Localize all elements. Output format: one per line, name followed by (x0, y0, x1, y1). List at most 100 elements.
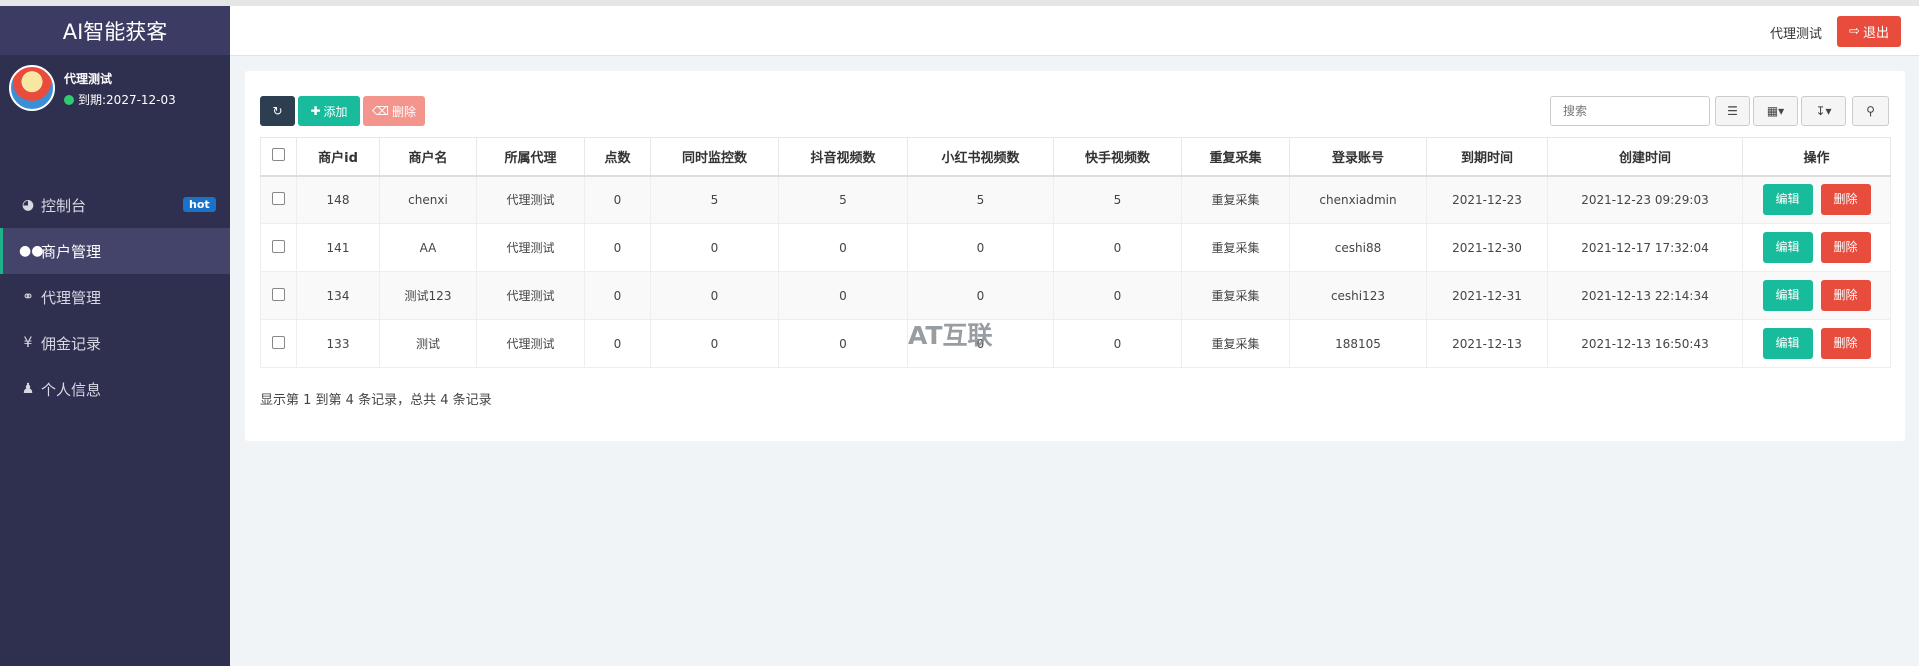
delete-label: 删除 (391, 104, 416, 119)
cell-merchant-name: 测试123 (379, 271, 477, 320)
cell-created-time: 2021-12-17 17:32:04 (1547, 223, 1743, 272)
hot-badge: hot (183, 197, 216, 212)
cell-login-account: chenxiadmin (1289, 175, 1427, 224)
table-row[interactable]: 133 测试 代理测试 0 0 0 0 0 重复采集 188105 2021-1… (260, 319, 1891, 368)
sidebar-item-dashboard[interactable]: ◕ 控制台 hot (0, 182, 230, 228)
column-header: 操作 (1742, 137, 1891, 177)
cell-merchant-id: 148 (296, 175, 380, 224)
column-header[interactable]: 到期时间 (1426, 137, 1548, 177)
cell-douyin-count: 0 (778, 223, 908, 272)
sidebar-item-agents[interactable]: ⚭ 代理管理 (0, 274, 230, 320)
cell-merchant-id: 134 (296, 271, 380, 320)
export-dropdown-button[interactable]: ↧▾ (1801, 96, 1846, 126)
column-header[interactable]: 点数 (584, 137, 651, 177)
row-checkbox[interactable] (272, 239, 285, 253)
sidebar-item-profile[interactable]: ♟ 个人信息 (0, 366, 230, 412)
columns-dropdown-button[interactable]: ▦▾ (1753, 96, 1798, 126)
table-row[interactable]: 148 chenxi 代理测试 0 5 5 5 5 重复采集 chenxiadm… (260, 175, 1891, 224)
sidebar-item-commission[interactable]: ¥ 佣金记录 (0, 320, 230, 366)
column-header[interactable]: 快手视频数 (1053, 137, 1182, 177)
delete-button[interactable]: 删除 (1820, 328, 1871, 359)
column-header[interactable]: 小红书视频数 (907, 137, 1054, 177)
sidebar-menu: ◕ 控制台 hot ●● 商户管理 ⚭ 代理管理 ¥ 佣金记录 ♟ 个人信息 (0, 182, 230, 412)
advanced-search-button[interactable]: ⚲ (1852, 96, 1889, 126)
select-all-checkbox[interactable] (272, 147, 285, 161)
edit-button[interactable]: 编辑 (1762, 280, 1813, 311)
cell-merchant-name: chenxi (379, 175, 477, 224)
sidebar-item-label: 个人信息 (41, 380, 102, 399)
grid-icon: ▦▾ (1766, 104, 1785, 118)
column-header[interactable]: 商户id (296, 137, 380, 177)
dashboard-icon: ◕ (21, 197, 35, 213)
column-header[interactable]: 登录账号 (1289, 137, 1427, 177)
user-panel: 代理测试 到期:2027-12-03 (0, 55, 230, 139)
delete-button[interactable]: 删除 (1820, 280, 1871, 311)
sidebar-item-label: 商户管理 (41, 242, 102, 261)
cell-agent: 代理测试 (476, 271, 585, 320)
avatar (9, 65, 55, 111)
cell-douyin-count: 0 (778, 271, 908, 320)
edit-button[interactable]: 编辑 (1762, 184, 1813, 216)
users-icon: ●● (19, 243, 44, 259)
cell-actions: 编辑 删除 (1742, 319, 1891, 368)
column-header[interactable]: 抖音视频数 (778, 137, 908, 177)
cell-repeat-collect: 重复采集 (1181, 319, 1290, 368)
cell-created-time: 2021-12-13 22:14:34 (1547, 271, 1743, 320)
cell-actions: 编辑 删除 (1742, 271, 1891, 320)
refresh-icon: ↻ (272, 104, 283, 118)
cell-expire-date: 2021-12-31 (1426, 271, 1548, 320)
cell-merchant-name: 测试 (379, 319, 477, 368)
delete-button[interactable]: 删除 (1820, 232, 1871, 263)
online-status-icon (64, 94, 74, 105)
table-row[interactable]: 141 AA 代理测试 0 0 0 0 0 重复采集 ceshi88 2021-… (260, 223, 1891, 272)
search-input[interactable] (1550, 96, 1710, 126)
plus-icon: ✚ (310, 104, 321, 118)
cell-repeat-collect: 重复采集 (1181, 223, 1290, 272)
edit-button[interactable]: 编辑 (1762, 328, 1813, 359)
row-select-cell[interactable] (260, 175, 297, 224)
column-header[interactable]: 重复采集 (1181, 137, 1290, 177)
delete-button[interactable]: 删除 (1820, 184, 1871, 216)
row-checkbox[interactable] (272, 335, 285, 349)
cell-repeat-collect: 重复采集 (1181, 175, 1290, 224)
cell-expire-date: 2021-12-13 (1426, 319, 1548, 368)
top-header: 代理测试 ⇨ 退出 (230, 6, 1919, 56)
select-all-cell[interactable] (260, 137, 297, 177)
cell-agent: 代理测试 (476, 175, 585, 224)
add-button[interactable]: ✚ 添加 (298, 96, 360, 126)
sidebar-item-label: 代理管理 (41, 288, 102, 307)
header-user-name[interactable]: 代理测试 (1770, 23, 1822, 42)
table-row[interactable]: 134 测试123 代理测试 0 0 0 0 0 重复采集 ceshi123 2… (260, 271, 1891, 320)
app-logo[interactable]: AI智能获客 (0, 6, 230, 55)
cell-repeat-collect: 重复采集 (1181, 271, 1290, 320)
cell-monitor-count: 0 (650, 319, 779, 368)
cell-monitor-count: 0 (650, 271, 779, 320)
edit-button[interactable]: 编辑 (1762, 232, 1813, 263)
column-header[interactable]: 所属代理 (476, 137, 585, 177)
bulk-delete-button[interactable]: ⌫ 删除 (363, 96, 425, 126)
column-header[interactable]: 创建时间 (1547, 137, 1743, 177)
cell-actions: 编辑 删除 (1742, 223, 1891, 272)
cell-xiaohongshu-count: 5 (907, 175, 1054, 224)
column-header[interactable]: 同时监控数 (650, 137, 779, 177)
row-select-cell[interactable] (260, 319, 297, 368)
user-expiry-text: 到期:2027-12-03 (78, 93, 176, 107)
cell-monitor-count: 5 (650, 175, 779, 224)
row-checkbox[interactable] (272, 191, 285, 205)
refresh-button[interactable]: ↻ (260, 96, 295, 126)
cell-points: 0 (584, 271, 651, 320)
column-header[interactable]: 商户名 (379, 137, 477, 177)
cell-merchant-id: 133 (296, 319, 380, 368)
cell-monitor-count: 0 (650, 223, 779, 272)
logout-button[interactable]: ⇨ 退出 (1837, 16, 1901, 47)
sidebar-item-merchants[interactable]: ●● 商户管理 (0, 228, 230, 274)
row-select-cell[interactable] (260, 223, 297, 272)
toggle-view-button[interactable]: ☰ (1715, 96, 1750, 126)
yen-icon: ¥ (23, 335, 33, 351)
row-select-cell[interactable] (260, 271, 297, 320)
search-icon: ⚲ (1866, 104, 1875, 118)
cell-xiaohongshu-count: 0 (907, 223, 1054, 272)
table-header-row: 商户id 商户名 所属代理 点数 同时监控数 抖音视频数 小红书视频数 快手视频… (260, 137, 1891, 177)
cell-agent: 代理测试 (476, 319, 585, 368)
row-checkbox[interactable] (272, 287, 285, 301)
